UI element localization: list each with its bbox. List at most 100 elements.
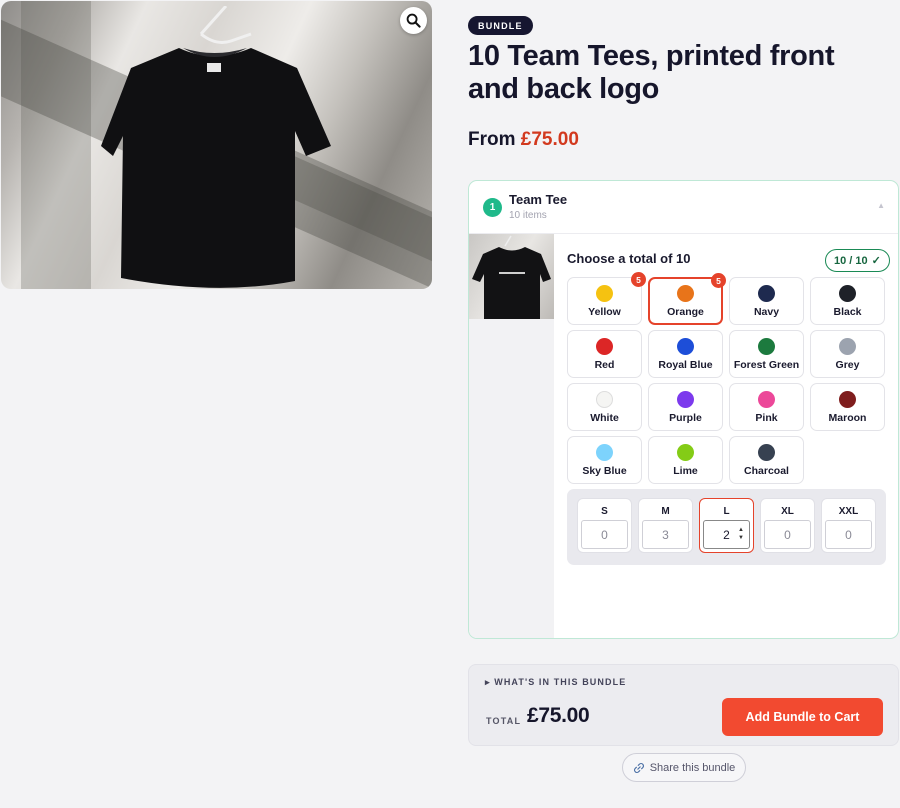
step-number: 1 (483, 198, 502, 217)
size-quantity-panel: S 0 M 3 L 2 ▲ ▼ XL 0 XXL 0 (567, 489, 886, 565)
price-amount: £75.00 (520, 129, 579, 150)
price-prefix: From (468, 129, 516, 150)
size-quantity-value: 0 (784, 527, 791, 542)
color-label: Maroon (828, 411, 867, 424)
size-quantity-value: 3 (662, 527, 669, 542)
bundle-summary: ▸ WHAT'S IN THIS BUNDLE TOTAL £75.00 Add… (468, 664, 899, 746)
color-dot (758, 390, 775, 408)
color-dot (677, 284, 694, 302)
color-option-lime[interactable]: Lime (648, 436, 723, 484)
size-quantity-input[interactable]: 3 (642, 520, 689, 549)
step-header[interactable]: 1 Team Tee 10 items ▲ (469, 181, 898, 234)
size-label: S (601, 506, 608, 517)
stepper-arrows-icon[interactable]: ▲ ▼ (738, 526, 744, 542)
selection-count: 10 / 10 (834, 254, 868, 267)
size-label: XL (781, 506, 794, 517)
color-label: Royal Blue (658, 358, 713, 371)
color-option-orange[interactable]: Orange 5 (648, 273, 726, 325)
size-quantity-value: 0 (601, 527, 608, 542)
color-option-navy[interactable]: Navy (729, 277, 804, 325)
collapse-caret-icon[interactable]: ▲ (877, 201, 885, 210)
size-quantity-value: 0 (845, 527, 852, 542)
color-label: Yellow (588, 305, 621, 318)
color-label: Forest Green (733, 358, 800, 371)
color-label: Purple (669, 411, 702, 424)
t-shirt-image (101, 6, 331, 288)
color-dot (596, 390, 613, 408)
size-field-m: M3 (638, 498, 693, 553)
color-label: Navy (753, 305, 780, 318)
step-title: Team Tee (509, 192, 568, 207)
color-label: Charcoal (744, 464, 789, 477)
t-shirt-thumbnail-icon (472, 235, 551, 319)
color-option-black[interactable]: Black (810, 277, 885, 325)
size-field-s: S0 (577, 498, 632, 553)
color-option-white[interactable]: White (567, 383, 642, 431)
color-label: Red (594, 358, 615, 371)
total-amount: £75.00 (527, 704, 590, 727)
color-label: Grey (835, 358, 860, 371)
color-option-yellow[interactable]: Yellow 5 (567, 272, 646, 325)
checkmark-icon: ✓ (871, 255, 881, 267)
color-dot (839, 390, 856, 408)
triangle-right-icon: ▸ (485, 677, 491, 687)
color-dot (758, 337, 775, 355)
choose-label: Choose a total of 10 (567, 251, 691, 266)
color-dot (677, 390, 694, 408)
color-label: Sky Blue (582, 464, 627, 477)
color-option-charcoal[interactable]: Charcoal (729, 436, 804, 484)
zoom-button[interactable] (400, 7, 427, 34)
color-dot (677, 443, 694, 461)
step-subtitle: 10 items (509, 210, 547, 221)
color-dot (596, 443, 613, 461)
whats-in-bundle-label: WHAT'S IN THIS BUNDLE (494, 677, 627, 687)
size-label: XXL (838, 506, 859, 517)
color-option-maroon[interactable]: Maroon (810, 383, 885, 431)
size-quantity-input[interactable]: 2 ▲ ▼ (703, 520, 750, 549)
color-dot (758, 443, 775, 461)
color-label: White (590, 411, 619, 424)
product-image[interactable] (1, 1, 432, 289)
color-option-grey[interactable]: Grey (810, 330, 885, 378)
color-option-red[interactable]: Red (567, 330, 642, 378)
color-option-purple[interactable]: Purple (648, 383, 723, 431)
color-dot (839, 284, 856, 302)
color-quantity-badge: 5 (711, 273, 726, 288)
color-option-forest-green[interactable]: Forest Green (729, 330, 804, 378)
size-quantity-input[interactable]: 0 (764, 520, 811, 549)
color-dot (596, 337, 613, 355)
bundle-step-card: 1 Team Tee 10 items ▲ Choose a total of … (468, 180, 899, 639)
color-option-sky-blue[interactable]: Sky Blue (567, 436, 642, 484)
price-line: From £75.00 (468, 129, 579, 151)
color-quantity-badge: 5 (631, 272, 646, 287)
selection-count-badge: 10 / 10 ✓ (825, 249, 890, 272)
product-title: 10 Team Tees, printed front and back log… (468, 40, 835, 105)
magnifier-icon (406, 13, 421, 28)
size-field-xxl: XXL 0 (821, 498, 876, 553)
color-label: Orange (667, 305, 704, 318)
color-option-pink[interactable]: Pink (729, 383, 804, 431)
size-quantity-input[interactable]: 0 (581, 520, 628, 549)
color-dot (596, 284, 613, 302)
add-bundle-to-cart-button[interactable]: Add Bundle to Cart (722, 698, 883, 736)
thumbnail-column (469, 234, 554, 638)
color-option-royal-blue[interactable]: Royal Blue (648, 330, 723, 378)
whats-in-bundle-toggle[interactable]: ▸ WHAT'S IN THIS BUNDLE (485, 677, 626, 688)
size-quantity-value: 2 (723, 527, 730, 542)
color-dot (758, 284, 775, 302)
color-label: Pink (755, 411, 778, 424)
bundle-badge: BUNDLE (468, 16, 533, 35)
size-field-xl: XL 0 (760, 498, 815, 553)
size-label: M (661, 506, 670, 517)
product-thumbnail (469, 234, 554, 319)
color-label: Black (833, 305, 862, 318)
color-label: Lime (673, 464, 698, 477)
total-label: TOTAL (486, 716, 522, 726)
share-label: Share this bundle (649, 761, 736, 774)
share-bundle-button[interactable]: Share this bundle (622, 753, 746, 782)
size-label: L (723, 506, 730, 517)
size-quantity-input[interactable]: 0 (825, 520, 872, 549)
size-field-l: L 2 ▲ ▼ (699, 498, 754, 553)
color-dot (839, 337, 856, 355)
link-icon (633, 762, 644, 773)
